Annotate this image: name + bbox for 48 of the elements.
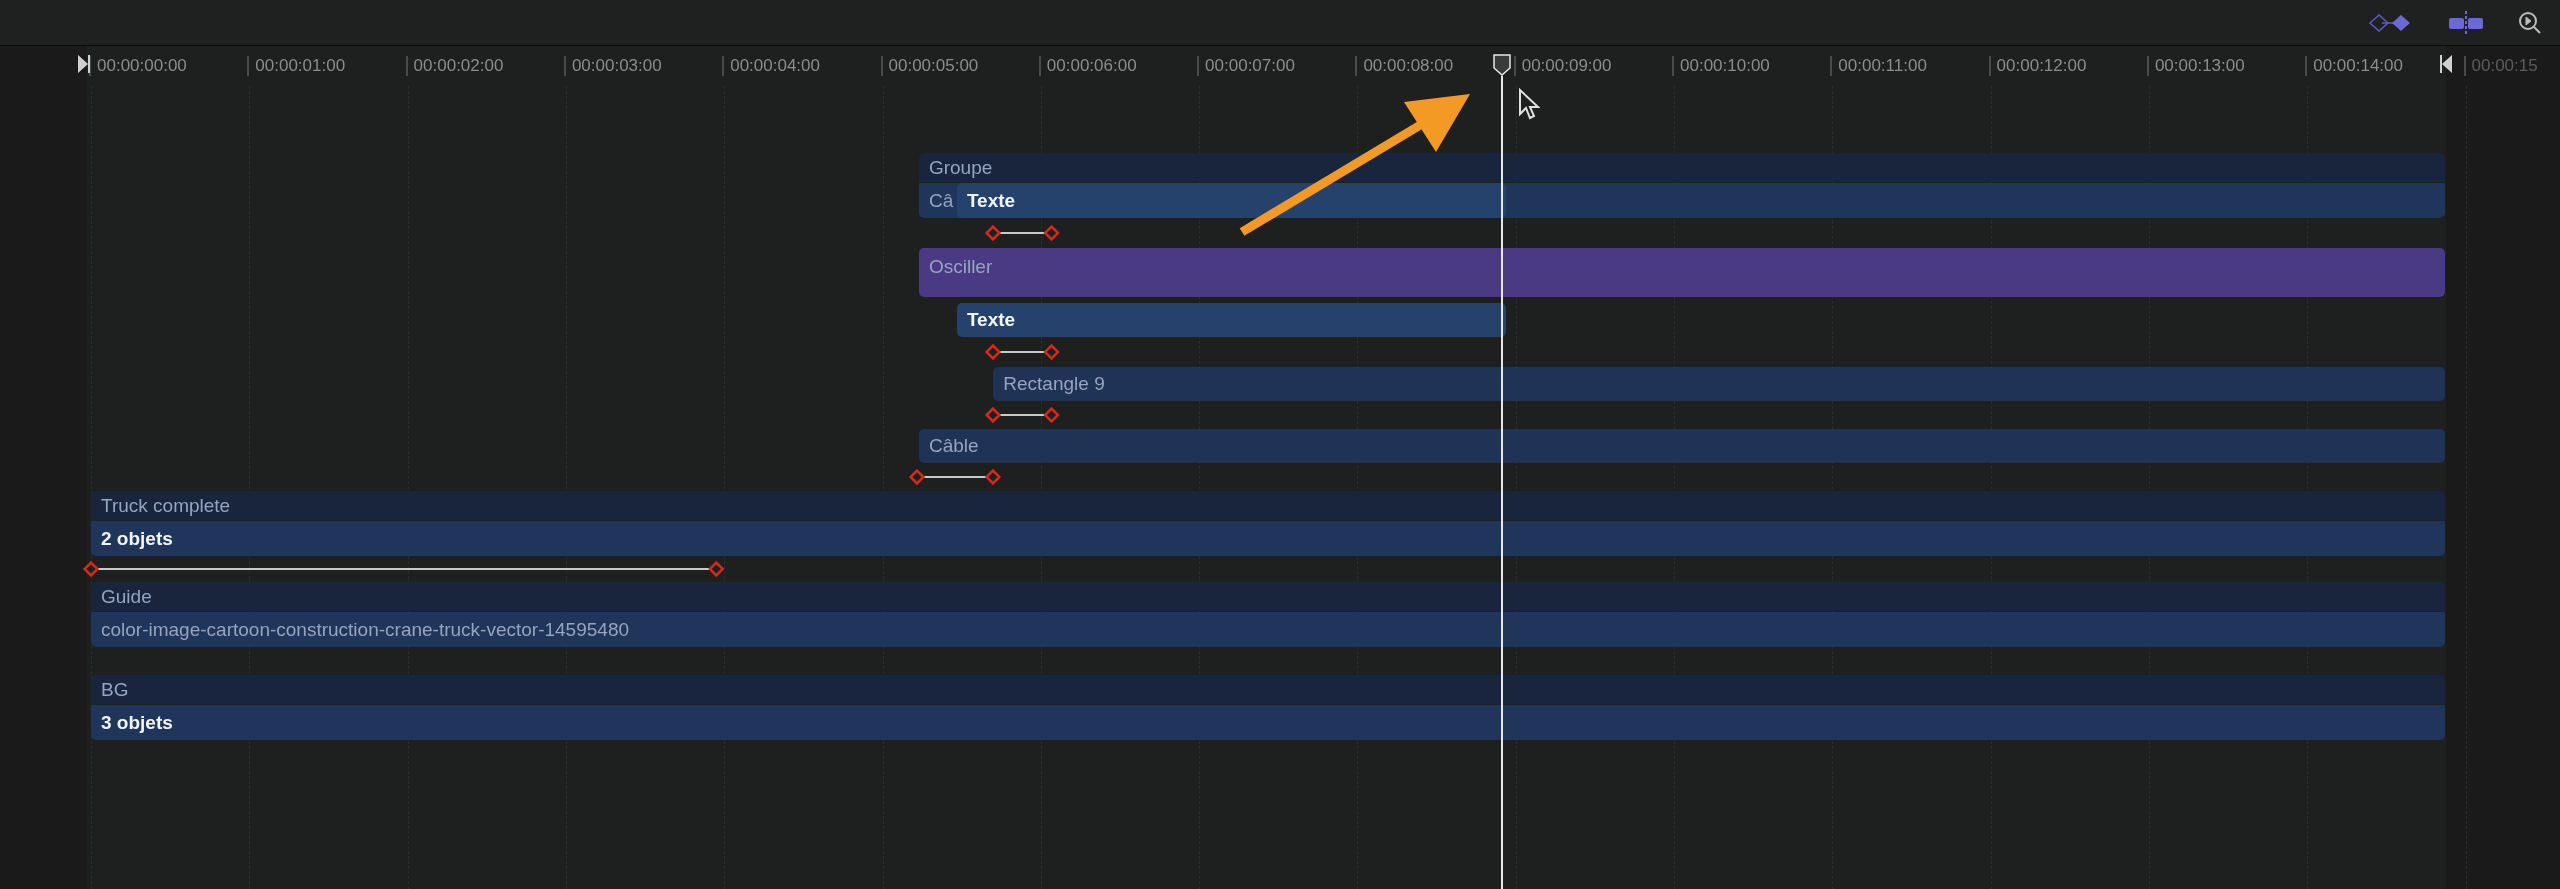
clip[interactable]: Texte: [956, 183, 1507, 218]
clip[interactable]: Rectangle 9: [993, 367, 2445, 401]
clip[interactable]: Câble: [918, 429, 2445, 463]
keyframe-pair[interactable]: [985, 225, 1060, 241]
in-point-marker[interactable]: [78, 55, 90, 73]
time-label: 00:00:03:00: [563, 56, 662, 76]
keyframe-pair[interactable]: [985, 344, 1060, 360]
group-label: Groupe: [928, 156, 993, 179]
group-body[interactable]: 2 objets: [91, 521, 2445, 556]
time-label: 00:00:09:00: [1513, 56, 1612, 76]
time-label: 00:00:07:00: [1197, 56, 1295, 76]
group-header[interactable]: BG: [91, 675, 2445, 704]
keyframe-pair[interactable]: [83, 561, 725, 577]
time-label: 00:00:04:00: [722, 56, 820, 76]
zoom-icon[interactable]: [2518, 10, 2542, 35]
time-label: 00:00:06:00: [1038, 56, 1137, 76]
time-label: 00:00:02:00: [405, 56, 504, 76]
playhead-handle[interactable]: [1493, 54, 1512, 76]
time-label: 00:00:13:00: [2146, 56, 2245, 76]
time-label: 00:00:10:00: [1672, 56, 1770, 76]
clip[interactable]: Texte: [956, 303, 1507, 337]
out-point-marker[interactable]: [2440, 55, 2452, 73]
keyframe-pair[interactable]: [985, 407, 1060, 423]
time-label: 00:00:14:00: [2305, 56, 2403, 76]
mouse-cursor-icon: [1518, 88, 1540, 120]
group-body[interactable]: color-image-cartoon-construction-crane-truck-vector-14595480: [91, 612, 2445, 647]
playhead-line[interactable]: [1501, 76, 1504, 889]
group-label: Guide: [101, 585, 152, 608]
time-label: 00:00:08:00: [1355, 56, 1454, 76]
group-header[interactable]: Truck complete: [91, 491, 2445, 520]
behavior-clip[interactable]: Osciller: [918, 248, 2445, 297]
time-label: 00:00:05:00: [880, 56, 979, 76]
time-label: 00:00:12:00: [1988, 56, 2087, 76]
group-summary: Câ: [928, 189, 954, 212]
group-header[interactable]: Guide: [91, 582, 2445, 611]
group-summary: 3 objets: [101, 711, 173, 734]
group-header[interactable]: Groupe: [918, 153, 2445, 182]
group-body[interactable]: 3 objets: [91, 705, 2445, 740]
group-label: BG: [101, 678, 129, 701]
time-label: 00:00:15: [2463, 56, 2538, 76]
group-label: Truck complete: [101, 494, 231, 517]
time-label: 00:00:11:00: [1830, 56, 1927, 76]
group-summary: color-image-cartoon-construction-crane-truck-vector-14595480: [101, 618, 629, 641]
group-summary: 2 objets: [101, 527, 173, 550]
time-label: 00:00:01:00: [247, 56, 346, 76]
keyframe-pair[interactable]: [909, 469, 1002, 485]
snapping-icon[interactable]: [2448, 10, 2484, 35]
group-body[interactable]: Câ Texte: [918, 183, 2445, 218]
